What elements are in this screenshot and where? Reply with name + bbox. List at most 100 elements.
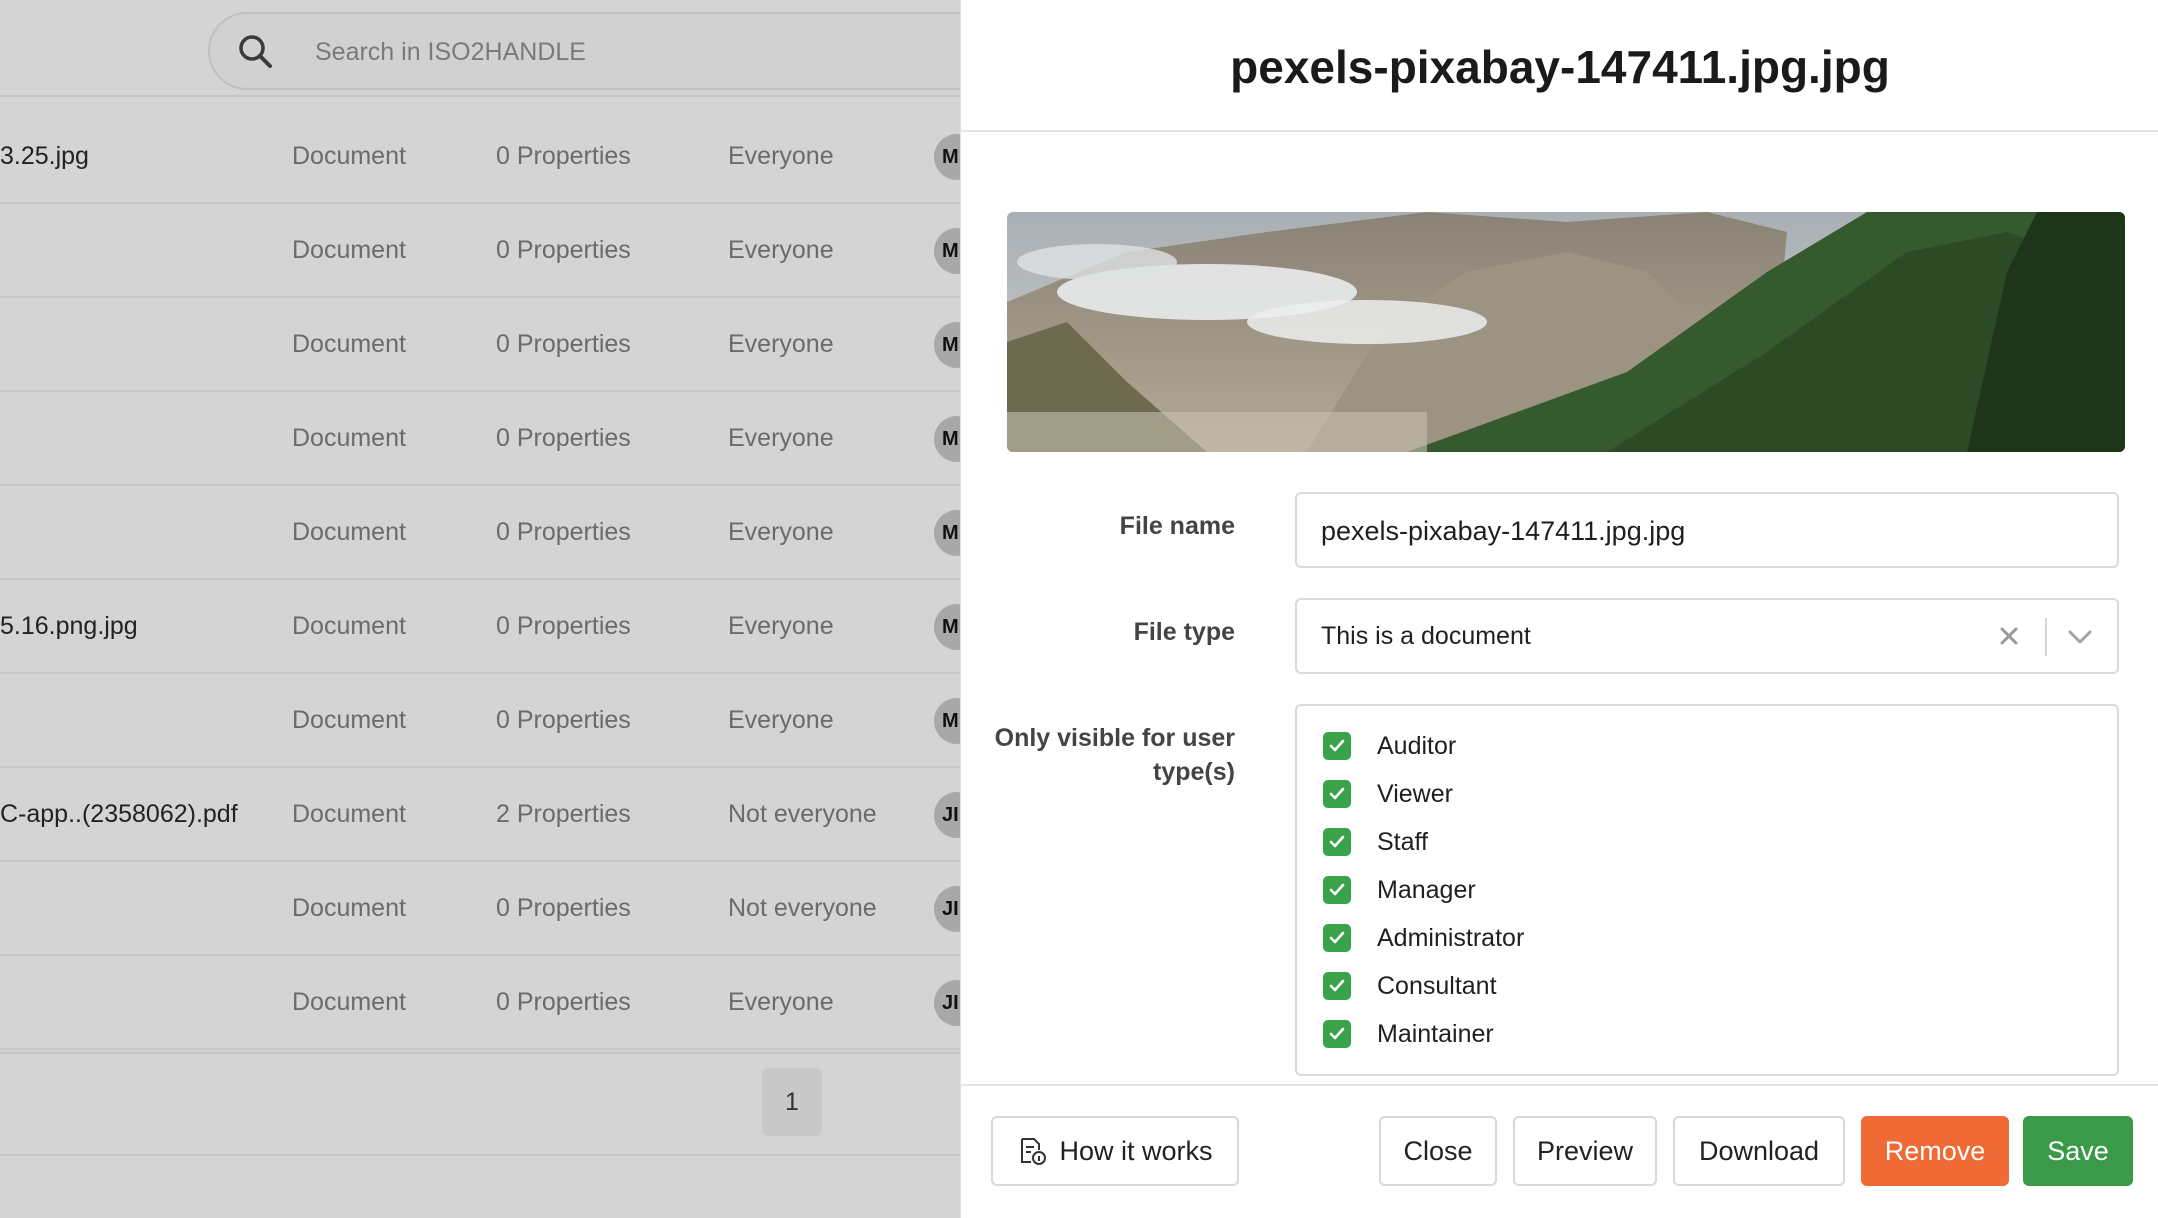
check-icon — [1329, 739, 1345, 752]
clear-icon[interactable] — [1995, 622, 2023, 650]
search-icon — [239, 35, 272, 68]
user-type-label: Maintainer — [1377, 1020, 1494, 1048]
how-it-works-button[interactable]: How it works — [991, 1116, 1239, 1186]
row-visibility: Not everyone — [728, 800, 877, 828]
table-row[interactable]: 3.25.jpg Document 0 Properties Everyone … — [0, 110, 960, 204]
file-details-panel: pexels-pixabay-147411.jpg.jpg File name … — [960, 0, 2158, 1218]
divider — [961, 1084, 2158, 1086]
row-properties: 0 Properties — [496, 612, 631, 640]
avatar: M — [934, 228, 960, 274]
row-properties: 0 Properties — [496, 988, 631, 1016]
table-row[interactable]: Document 0 Properties Everyone M — [0, 298, 960, 392]
row-properties: 0 Properties — [496, 236, 631, 264]
checkbox[interactable] — [1323, 1020, 1351, 1048]
table-row[interactable]: Document 0 Properties Not everyone JI — [0, 862, 960, 956]
search-bar[interactable]: Search in ISO2HANDLE — [208, 12, 960, 90]
visible-user-types-label-line2: type(s) — [1153, 758, 1235, 786]
row-type: Document — [292, 142, 406, 170]
how-it-works-label: How it works — [1059, 1135, 1213, 1166]
search-placeholder: Search in ISO2HANDLE — [315, 38, 586, 66]
check-icon — [1329, 883, 1345, 896]
download-button[interactable]: Download — [1673, 1116, 1845, 1186]
avatar: M — [934, 510, 960, 556]
document-list-background: Search in ISO2HANDLE 3.25.jpg Document 0… — [0, 0, 960, 1218]
row-type: Document — [292, 706, 406, 734]
user-type-label: Viewer — [1377, 780, 1453, 808]
check-icon — [1329, 979, 1345, 992]
user-type-label: Auditor — [1377, 732, 1457, 760]
check-icon — [1329, 835, 1345, 848]
user-type-label: Staff — [1377, 828, 1428, 856]
checkbox[interactable] — [1323, 828, 1351, 856]
table-row[interactable]: Document 0 Properties Everyone M — [0, 392, 960, 486]
avatar: M — [934, 322, 960, 368]
row-type: Document — [292, 800, 406, 828]
divider — [0, 1154, 960, 1156]
row-properties: 0 Properties — [496, 706, 631, 734]
row-properties: 0 Properties — [496, 894, 631, 922]
checkbox[interactable] — [1323, 780, 1351, 808]
row-visibility: Everyone — [728, 142, 834, 170]
table-row[interactable]: Document 0 Properties Everyone JI — [0, 956, 960, 1050]
checkbox[interactable] — [1323, 924, 1351, 952]
document-info-icon — [1021, 1138, 1047, 1165]
row-visibility: Everyone — [728, 706, 834, 734]
avatar: JI — [934, 980, 960, 1026]
visible-user-types-label-line1: Only visible for user — [994, 724, 1235, 752]
check-icon — [1329, 931, 1345, 944]
select-divider — [2045, 618, 2047, 656]
row-type: Document — [292, 330, 406, 358]
user-types-checklist: Auditor Viewer Staff Manager Administrat… — [1295, 704, 2119, 1076]
row-type: Document — [292, 894, 406, 922]
user-type-label: Manager — [1377, 876, 1476, 904]
file-name-value: pexels-pixabay-147411.jpg.jpg — [1321, 516, 1686, 546]
user-type-label: Administrator — [1377, 924, 1525, 952]
checkbox[interactable] — [1323, 732, 1351, 760]
row-properties: 0 Properties — [496, 330, 631, 358]
checkbox[interactable] — [1323, 972, 1351, 1000]
table-row[interactable]: Document 0 Properties Everyone M — [0, 674, 960, 768]
divider — [0, 95, 960, 97]
save-button[interactable]: Save — [2023, 1116, 2133, 1186]
avatar: JI — [934, 886, 960, 932]
row-properties: 0 Properties — [496, 424, 631, 452]
file-type-select[interactable]: This is a document — [1295, 598, 2119, 674]
file-name-label: File name — [1119, 512, 1235, 540]
document-table: 3.25.jpg Document 0 Properties Everyone … — [0, 110, 960, 1050]
row-type: Document — [292, 424, 406, 452]
table-row[interactable]: C-app..(2358062).pdf Document 2 Properti… — [0, 768, 960, 862]
file-name-field[interactable]: pexels-pixabay-147411.jpg.jpg — [1295, 492, 2119, 568]
row-properties: 0 Properties — [496, 142, 631, 170]
row-visibility: Everyone — [728, 988, 834, 1016]
checkbox[interactable] — [1323, 876, 1351, 904]
table-row[interactable]: Document 0 Properties Everyone M — [0, 486, 960, 580]
file-type-value: This is a document — [1321, 622, 1531, 650]
table-row[interactable]: 5.16.png.jpg Document 0 Properties Every… — [0, 580, 960, 674]
row-file-name: 3.25.jpg — [0, 142, 89, 170]
row-visibility: Everyone — [728, 236, 834, 264]
divider — [0, 1052, 960, 1054]
check-icon — [1329, 1027, 1345, 1040]
file-type-label: File type — [1133, 618, 1235, 646]
row-visibility: Not everyone — [728, 894, 877, 922]
user-type-label: Consultant — [1377, 972, 1497, 1000]
row-visibility: Everyone — [728, 424, 834, 452]
row-properties: 2 Properties — [496, 800, 631, 828]
avatar: M — [934, 698, 960, 744]
close-button[interactable]: Close — [1379, 1116, 1497, 1186]
row-visibility: Everyone — [728, 518, 834, 546]
avatar: M — [934, 604, 960, 650]
avatar: M — [934, 134, 960, 180]
row-type: Document — [292, 236, 406, 264]
check-icon — [1329, 787, 1345, 800]
remove-button[interactable]: Remove — [1861, 1116, 2009, 1186]
row-file-name: 5.16.png.jpg — [0, 612, 138, 640]
row-type: Document — [292, 612, 406, 640]
avatar: JI — [934, 792, 960, 838]
row-type: Document — [292, 518, 406, 546]
page-button-current[interactable]: 1 — [762, 1068, 822, 1136]
preview-button[interactable]: Preview — [1513, 1116, 1657, 1186]
chevron-down-icon[interactable] — [2065, 624, 2095, 650]
row-type: Document — [292, 988, 406, 1016]
table-row[interactable]: Document 0 Properties Everyone M — [0, 204, 960, 298]
